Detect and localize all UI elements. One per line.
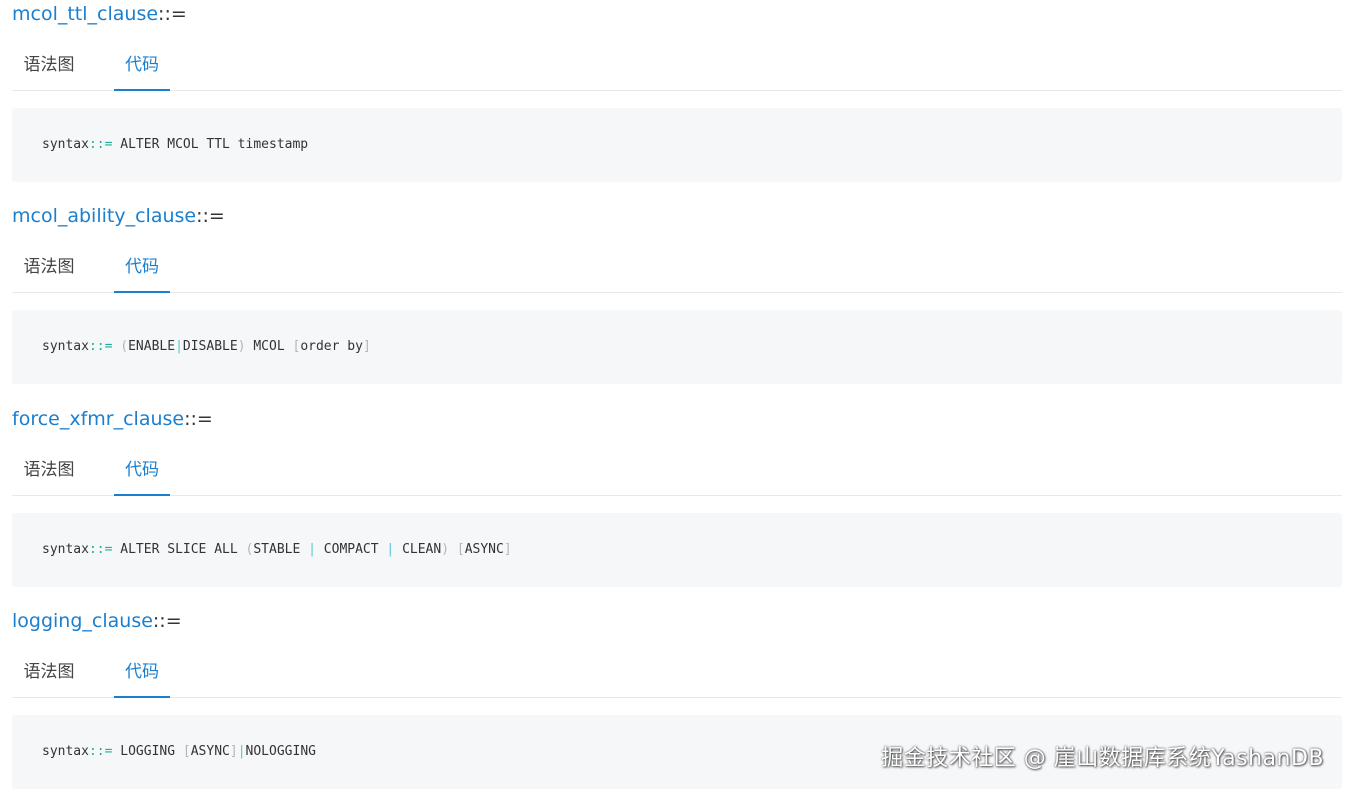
code-pipe: | — [175, 339, 183, 354]
code-operator: ::= — [88, 542, 113, 557]
code-token: syntax — [42, 744, 89, 759]
code-token: ENABLE — [128, 339, 176, 354]
section-logging-clause: logging_clause::= 语法图 代码 syntax::= LOGGI… — [12, 607, 1342, 807]
rule-name-link[interactable]: force_xfmr_clause — [12, 408, 184, 430]
code-block: syntax::= ALTER SLICE ALL (STABLE | COMP… — [12, 513, 1342, 587]
code-token: STABLE — [253, 542, 309, 557]
code-token: ASYNC — [190, 744, 230, 759]
tab-code[interactable]: 代码 — [114, 248, 170, 293]
section-force-xfmr-clause: force_xfmr_clause::= 语法图 代码 syntax::= AL… — [12, 405, 1342, 605]
code-block: syntax::= (ENABLE|DISABLE) MCOL [order b… — [12, 310, 1342, 384]
code-pipe: | — [237, 744, 246, 759]
rule-operator: ::= — [184, 408, 213, 430]
code-line: syntax::= LOGGING [ASYNC]|NOLOGGING — [42, 741, 316, 763]
rule-name-link[interactable]: mcol_ability_clause — [12, 205, 196, 227]
code-token: ASYNC — [464, 542, 504, 557]
code-line: syntax::= ALTER MCOL TTL timestamp — [42, 134, 308, 156]
code-token: NOLOGGING — [245, 744, 316, 759]
code-token: ALTER SLICE ALL — [112, 542, 246, 557]
code-token: syntax — [42, 542, 89, 557]
code-bracket: ( — [120, 339, 129, 354]
code-operator: ::= — [88, 339, 113, 354]
rule-title: force_xfmr_clause::= — [12, 405, 213, 433]
code-operator: ::= — [88, 744, 113, 759]
code-token: syntax — [42, 339, 89, 354]
code-bracket: [ — [182, 744, 191, 759]
tab-bar: 语法图 代码 — [12, 248, 1342, 293]
code-bracket: ] — [362, 339, 371, 354]
code-token: CLEAN — [394, 542, 442, 557]
rule-operator: ::= — [196, 205, 225, 227]
code-bracket: ) — [237, 339, 246, 354]
tab-code[interactable]: 代码 — [114, 46, 170, 91]
rule-operator: ::= — [158, 3, 187, 25]
code-token: order by — [300, 339, 363, 354]
rule-title: mcol_ttl_clause::= — [12, 0, 187, 28]
code-line: syntax::= (ENABLE|DISABLE) MCOL [order b… — [42, 336, 371, 358]
code-token: COMPACT — [315, 542, 387, 557]
watermark-text: 掘金技术社区 @ 崖山数据库系统YashanDB — [881, 746, 1324, 771]
tab-code[interactable]: 代码 — [114, 451, 170, 496]
code-bracket: ) — [441, 542, 450, 557]
tab-bar: 语法图 代码 — [12, 451, 1342, 496]
code-bracket: ] — [503, 542, 512, 557]
section-mcol-ttl-clause: mcol_ttl_clause::= 语法图 代码 syntax::= ALTE… — [12, 0, 1342, 200]
tab-code[interactable]: 代码 — [114, 653, 170, 698]
rule-operator: ::= — [152, 610, 182, 632]
code-line: syntax::= ALTER SLICE ALL (STABLE | COMP… — [42, 539, 512, 561]
code-bracket: [ — [456, 542, 465, 557]
code-pipe: | — [308, 542, 316, 557]
code-block: syntax::= ALTER MCOL TTL timestamp — [12, 108, 1342, 182]
code-operator: ::= — [88, 137, 113, 152]
tab-syntax-diagram[interactable]: 语法图 — [12, 248, 86, 291]
tab-syntax-diagram[interactable]: 语法图 — [12, 653, 86, 696]
tab-syntax-diagram[interactable]: 语法图 — [12, 451, 86, 494]
tab-syntax-diagram[interactable]: 语法图 — [12, 46, 86, 89]
rule-title: logging_clause::= — [12, 607, 182, 635]
code-token: MCOL — [245, 339, 293, 354]
code-token: ALTER MCOL TTL timestamp — [112, 137, 309, 152]
section-mcol-ability-clause: mcol_ability_clause::= 语法图 代码 syntax::= … — [12, 202, 1342, 402]
tab-bar: 语法图 代码 — [12, 46, 1342, 91]
code-token: DISABLE — [182, 339, 238, 354]
code-bracket: ] — [229, 744, 238, 759]
tab-bar: 语法图 代码 — [12, 653, 1342, 698]
rule-name-link[interactable]: mcol_ttl_clause — [12, 3, 158, 25]
code-token: syntax — [42, 137, 89, 152]
rule-title: mcol_ability_clause::= — [12, 202, 225, 230]
rule-name-link[interactable]: logging_clause — [12, 610, 153, 632]
code-token: LOGGING — [112, 744, 183, 759]
